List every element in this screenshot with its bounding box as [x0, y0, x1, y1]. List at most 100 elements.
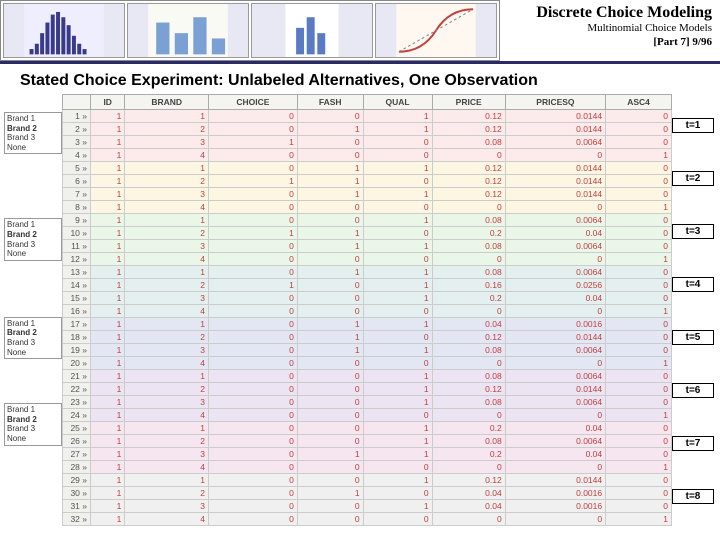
row-number: 5 »: [63, 162, 91, 175]
cell: 0: [432, 357, 505, 370]
row-number: 29 »: [63, 474, 91, 487]
cell: 1: [91, 292, 125, 305]
cell: 0: [432, 305, 505, 318]
cell: 0: [297, 461, 363, 474]
cell: 0.0016: [505, 500, 605, 513]
column-header: BRAND: [125, 95, 209, 110]
cell: 0.04: [505, 292, 605, 305]
table-row: 13 »110110.080.00640: [63, 266, 672, 279]
table-row: 28 »14000001: [63, 461, 672, 474]
cell: 0: [363, 136, 432, 149]
cell: 0: [208, 214, 297, 227]
cell: 1: [363, 344, 432, 357]
cell: 0: [297, 500, 363, 513]
cell: 1: [91, 110, 125, 123]
cell: 1: [91, 201, 125, 214]
data-table: IDBRANDCHOICEFASHQUALPRICEPRICESQASC4 1 …: [62, 94, 672, 526]
row-number: 6 »: [63, 175, 91, 188]
cell: 0: [606, 162, 672, 175]
cell: 0: [363, 409, 432, 422]
cell: 0: [208, 331, 297, 344]
cell: 1: [297, 487, 363, 500]
cell: 1: [91, 396, 125, 409]
cell: 3: [125, 136, 209, 149]
cell: 1: [297, 331, 363, 344]
cell: 0: [606, 279, 672, 292]
brand-column: Brand 1Brand 2Brand 3NoneBrand 1Brand 2B…: [4, 94, 62, 542]
cell: 1: [125, 110, 209, 123]
cell: 1: [91, 305, 125, 318]
cell: 2: [125, 383, 209, 396]
cell: 1: [363, 422, 432, 435]
table-row: 25 »110010.20.040: [63, 422, 672, 435]
cell: 0: [606, 175, 672, 188]
cell: 1: [363, 214, 432, 227]
cell: 0: [505, 357, 605, 370]
cell: 0.0064: [505, 370, 605, 383]
cell: 2: [125, 175, 209, 188]
cell: 1: [91, 253, 125, 266]
cell: 0: [208, 448, 297, 461]
cell: 0: [363, 513, 432, 526]
cell: 0.0144: [505, 331, 605, 344]
cell: 2: [125, 435, 209, 448]
column-header: CHOICE: [208, 95, 297, 110]
row-number: 7 »: [63, 188, 91, 201]
cell: 0.12: [432, 110, 505, 123]
cell: 1: [297, 240, 363, 253]
row-number: 16 »: [63, 305, 91, 318]
cell: 1: [363, 448, 432, 461]
cell: 3: [125, 344, 209, 357]
row-number: 8 »: [63, 201, 91, 214]
cell: 0: [606, 240, 672, 253]
row-number: 18 »: [63, 331, 91, 344]
t-label: t=7: [672, 436, 714, 451]
cell: 0: [297, 422, 363, 435]
cell: 1: [91, 409, 125, 422]
cell: 0: [297, 409, 363, 422]
cell: 0.0064: [505, 240, 605, 253]
cell: 1: [91, 474, 125, 487]
table-row: 18 »120100.120.01440: [63, 331, 672, 344]
table-row: 6 »121100.120.01440: [63, 175, 672, 188]
cell: 1: [363, 474, 432, 487]
cell: 0: [432, 513, 505, 526]
cell: 1: [606, 357, 672, 370]
cell: 0.12: [432, 162, 505, 175]
table-row: 19 »130110.080.00640: [63, 344, 672, 357]
cell: 1: [91, 500, 125, 513]
cell: 1: [363, 279, 432, 292]
cell: 0: [432, 461, 505, 474]
row-number: 26 »: [63, 435, 91, 448]
cell: 0: [432, 149, 505, 162]
cell: 0: [297, 279, 363, 292]
cell: 1: [363, 383, 432, 396]
cell: 0.0064: [505, 396, 605, 409]
cell: 0: [606, 396, 672, 409]
cell: 1: [91, 240, 125, 253]
cell: 1: [297, 318, 363, 331]
cell: 1: [363, 266, 432, 279]
table-row: 16 »14000001: [63, 305, 672, 318]
cell: 1: [363, 162, 432, 175]
row-number: 27 »: [63, 448, 91, 461]
cell: 0.0144: [505, 175, 605, 188]
row-number: 21 »: [63, 370, 91, 383]
cell: 0: [208, 344, 297, 357]
table-row: 7 »130110.120.01440: [63, 188, 672, 201]
cell: 0: [208, 474, 297, 487]
table-row: 17 »110110.040.00160: [63, 318, 672, 331]
cell: 2: [125, 227, 209, 240]
cell: 0.2: [432, 422, 505, 435]
table-row: 9 »110010.080.00640: [63, 214, 672, 227]
cell: 0: [208, 110, 297, 123]
cell: 1: [606, 201, 672, 214]
cell: 0: [606, 292, 672, 305]
t-label: t=8: [672, 489, 714, 504]
cell: 0: [208, 253, 297, 266]
cell: 0.0144: [505, 110, 605, 123]
cell: 0: [363, 175, 432, 188]
row-number: 25 »: [63, 422, 91, 435]
cell: 0: [297, 513, 363, 526]
table-row: 10 »121100.20.040: [63, 227, 672, 240]
